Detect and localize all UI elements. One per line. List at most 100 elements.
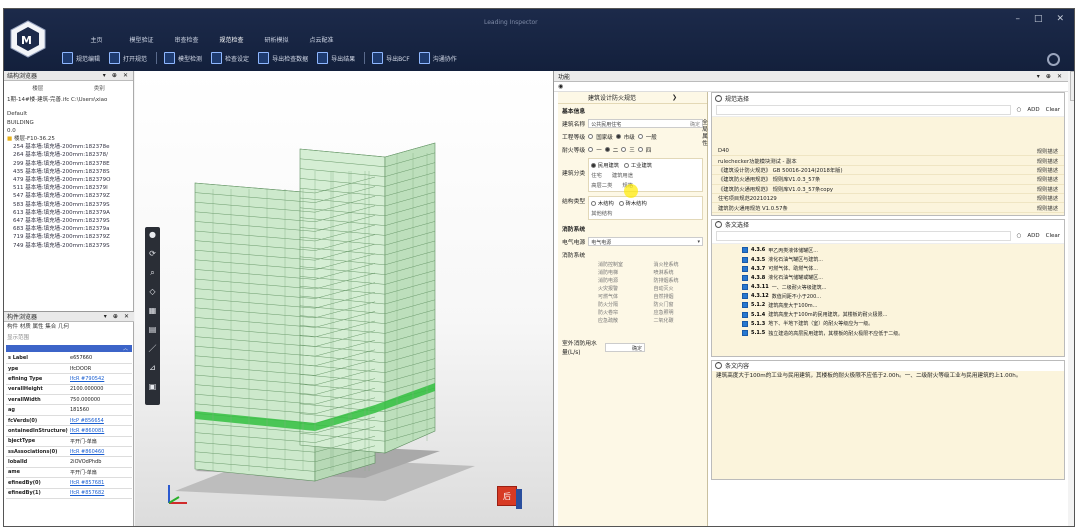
export-data-button[interactable]: 导出检查数据 <box>258 52 308 64</box>
property-row[interactable]: lobalId 2iOVOdPhdb <box>6 456 132 468</box>
article-item[interactable]: 5.1.4 建筑高度大于100m的民用建筑，其楼板的耐火极限... <box>712 310 1064 319</box>
rule-description-link[interactable]: 规则描述 <box>1037 194 1058 202</box>
property-row[interactable]: ssAssociations(0) IfcR #860460 <box>6 446 132 458</box>
menu-pointcloud[interactable]: 点云配准 <box>299 34 344 45</box>
article-item[interactable]: 5.1.3 地下、半地下建筑（室）的耐火等级应为一级。 <box>712 319 1064 328</box>
property-row[interactable]: ag 181560 <box>6 404 132 416</box>
fire-system-option[interactable]: 防排烟系统 <box>654 277 704 284</box>
zoom-icon[interactable]: ⌕ <box>150 269 154 277</box>
fire-system-option[interactable]: 防火门窗 <box>654 301 704 308</box>
fire-system-option[interactable]: 防火卷帘 <box>598 309 648 316</box>
property-value[interactable]: IfcR #857681 <box>68 477 132 489</box>
tree-node[interactable]: 0.0 <box>7 127 130 135</box>
tab-floor[interactable]: 楼层 <box>32 85 43 93</box>
tree-item[interactable]: 479 基本墙:填充墙-200mm:182379O <box>7 176 130 184</box>
search-icon[interactable]: ○ <box>1017 233 1022 239</box>
property-row[interactable]: efinedBy(1) IfcR #857682 <box>6 488 132 499</box>
tree-folder[interactable]: 楼层-F10-36.25 <box>7 135 130 143</box>
rule-item[interactable]: 《建筑防火通用规范》 规则库V1.0.3_57条 规则描述 <box>712 175 1064 185</box>
radio-general[interactable] <box>637 134 643 139</box>
rule-description-link[interactable]: 规则描述 <box>1037 157 1058 165</box>
radio-industrial[interactable] <box>624 163 630 168</box>
property-value[interactable]: IfcP #856654 <box>68 415 132 427</box>
pan-icon[interactable]: ● <box>149 231 156 239</box>
property-link[interactable]: IfcR #790542 <box>70 376 104 382</box>
article-selection-header[interactable]: ⌃ 条文选择 <box>712 220 1064 230</box>
article-checkbox[interactable] <box>742 320 748 327</box>
property-link[interactable]: IfcP #856654 <box>70 418 104 424</box>
menu-home[interactable]: 主页 <box>74 34 119 45</box>
article-checkbox[interactable] <box>742 265 748 272</box>
fire-system-option[interactable]: 自动灭火 <box>654 285 704 292</box>
fire-system-option[interactable]: 消防电梯 <box>598 269 648 276</box>
article-item[interactable]: 4.3.11 一、二级耐火等级建筑... <box>712 282 1064 291</box>
fire-system-option[interactable]: 自然排烟 <box>654 293 704 300</box>
property-link[interactable]: IfcR #860081 <box>70 428 104 434</box>
section-icon[interactable]: ⊿ <box>149 364 156 372</box>
layer-icon[interactable]: ▤ <box>149 326 157 334</box>
file-row[interactable]: 1期-14#楼-建筑-完善.ifc C:\Users\xiao <box>7 96 130 104</box>
property-row[interactable]: ontainedInStructure(0) IfcR #860081 <box>6 425 132 437</box>
tree-item[interactable]: 583 基本墙:填充墙-200mm:182379S <box>7 201 130 209</box>
article-checkbox[interactable] <box>742 256 748 263</box>
nav-icon[interactable]: ◉ <box>558 83 563 90</box>
tree-item[interactable]: 264 基本墙:填充墙-200mm:182378/ <box>7 151 130 159</box>
building-name-input[interactable]: 公共民用住宅 确定 <box>588 119 703 128</box>
article-search-input[interactable] <box>716 231 1011 242</box>
maximize-icon[interactable]: □ <box>1034 14 1043 24</box>
3d-viewport[interactable]: ● ⟳ ⌕ ◇ ▦ ▤ ／ ⊿ ▣ 后 <box>135 71 553 526</box>
menu-simulation[interactable]: 研析模拟 <box>254 34 299 45</box>
property-row[interactable]: s Label e657660 <box>6 353 132 364</box>
collapse-icon[interactable]: ❯ <box>672 94 677 101</box>
export-result-button[interactable]: 导出结果 <box>317 52 355 64</box>
property-value[interactable]: IfcR #860081 <box>68 425 132 437</box>
article-item[interactable]: 5.1.5 独立建造的高层民用建筑，其楼板的耐火极限不应低于二级。 <box>712 328 1064 337</box>
article-item[interactable]: 4.3.7 可燃气体、助燃气体... <box>712 264 1064 273</box>
tree-item[interactable]: 683 基本墙:填充墙-200mm:182379a <box>7 225 130 233</box>
property-value[interactable]: IfcR #860460 <box>68 446 132 458</box>
model-check-button[interactable]: 模型检测 <box>156 52 202 64</box>
tab-category[interactable]: 类别 <box>94 85 105 93</box>
property-row[interactable]: verallHeight 2100.000000 <box>6 384 132 396</box>
rule-clear-button[interactable]: Clear <box>1046 107 1060 113</box>
radio-fire-1[interactable] <box>588 147 594 152</box>
rule-item[interactable]: 住宅项目规范20210129 规则描述 <box>712 194 1064 204</box>
rule-description-link[interactable]: 规则描述 <box>1037 204 1058 212</box>
tree-node[interactable]: BUILDING <box>7 119 130 127</box>
menu-model-validate[interactable]: 模型验证 <box>119 34 164 45</box>
property-row[interactable]: verallWidth 750.000000 <box>6 394 132 406</box>
fire-system-option[interactable]: 可燃气体 <box>598 293 648 300</box>
article-checkbox[interactable] <box>742 293 748 300</box>
article-clear-button[interactable]: Clear <box>1046 233 1060 239</box>
article-item[interactable]: 4.3.12 数值间距不小于200... <box>712 292 1064 301</box>
export-bcf-button[interactable]: 导出BCF <box>364 52 410 64</box>
tree-item[interactable]: 749 基本墙:填充墙-200mm:182379S <box>7 242 130 250</box>
tree-item[interactable]: 511 基本墙:填充墙-200mm:182379I <box>7 184 130 192</box>
close-icon[interactable]: ✕ <box>1056 14 1064 24</box>
rule-description-link[interactable]: 规则描述 <box>1037 147 1058 155</box>
tree-item[interactable]: 435 基本墙:填充墙-200mm:182378S <box>7 168 130 176</box>
rule-add-button[interactable]: ADD <box>1027 107 1039 113</box>
tree-item[interactable]: 547 基本墙:填充墙-200mm:182379Z <box>7 192 130 200</box>
article-add-button[interactable]: ADD <box>1027 233 1039 239</box>
fire-system-option[interactable]: 喷淋系统 <box>654 269 704 276</box>
power-select[interactable]: 电气电源 ▾ <box>588 237 703 246</box>
tree-item[interactable]: 719 基本墙:填充墙-200mm:182379Z <box>7 233 130 241</box>
article-item[interactable]: 4.3.6 甲乙丙类液体储罐区... <box>712 246 1064 255</box>
screenshot-icon[interactable]: ▣ <box>149 383 157 391</box>
minimize-icon[interactable]: – <box>1015 14 1020 24</box>
article-checkbox[interactable] <box>742 330 748 337</box>
article-checkbox[interactable] <box>742 302 748 309</box>
fire-system-option[interactable]: 消防控制室 <box>598 261 648 268</box>
property-row[interactable]: efinedBy(0) IfcR #857681 <box>6 477 132 489</box>
article-checkbox[interactable] <box>742 247 748 254</box>
property-link[interactable]: IfcR #857681 <box>70 480 104 486</box>
measure-icon[interactable]: ／ <box>149 345 157 353</box>
radio-city[interactable] <box>615 134 621 139</box>
property-row[interactable]: ype IfcDOOR <box>6 363 132 375</box>
article-item[interactable]: 5.1.2 建筑高度大于100m... <box>712 301 1064 310</box>
fire-system-option[interactable]: 火灾报警 <box>598 285 648 292</box>
radio-fire-2[interactable] <box>604 147 610 152</box>
property-row[interactable]: bjectType 平开门-单扇 <box>6 436 132 448</box>
article-content-header[interactable]: ⌃ 条文内容 <box>712 361 1064 371</box>
